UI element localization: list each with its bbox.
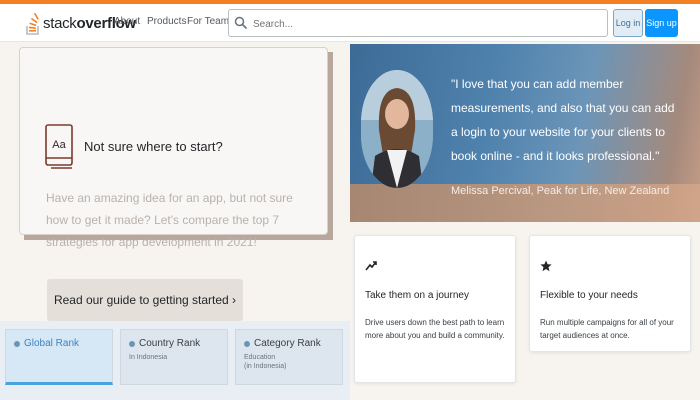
person-photo-icon xyxy=(361,70,433,188)
category-rank-tab[interactable]: Category Rank Education (in Indonesia) xyxy=(235,329,343,385)
aa-icon-label: Aa xyxy=(52,139,66,151)
login-button[interactable]: Log in xyxy=(613,9,643,37)
testimonial-author: Melissa Percival, Peak for Life, New Zea… xyxy=(451,185,670,197)
global-rank-label: Global Rank xyxy=(24,338,80,349)
stack-logo-icon xyxy=(26,12,39,35)
rank-dot-icon xyxy=(244,340,250,347)
country-rank-sub: In Indonesia xyxy=(129,354,168,361)
card-title: Not sure where to start? xyxy=(84,139,223,154)
category-rank-label: Category Rank xyxy=(254,338,321,349)
testimonial-quote: "I love that you can add member measurem… xyxy=(451,77,675,163)
nav-products[interactable]: Products xyxy=(147,16,186,27)
feature-card-journey: Take them on a journey Drive users down … xyxy=(354,235,516,383)
country-rank-label: Country Rank xyxy=(139,338,201,349)
category-rank-sub: Education (in Indonesia) xyxy=(244,354,287,370)
feature-card-flexible: Flexible to your needs Run multiple camp… xyxy=(529,235,691,352)
nav-about[interactable]: About xyxy=(114,16,140,27)
country-rank-tab[interactable]: Country Rank In Indonesia xyxy=(120,329,228,385)
search-input[interactable] xyxy=(251,13,595,35)
testimonial-avatar xyxy=(361,70,433,188)
star-icon xyxy=(540,260,552,272)
feature-title: Take them on a journey xyxy=(365,290,469,301)
rank-dot-icon xyxy=(14,340,20,347)
feature-title: Flexible to your needs xyxy=(540,290,638,301)
search-box[interactable] xyxy=(228,9,608,37)
site-header: stackoverflow About Products For Teams L… xyxy=(0,4,700,42)
signup-button[interactable]: Sign up xyxy=(645,9,678,37)
feature-desc: Drive users down the best path to learn … xyxy=(365,318,505,340)
book-aa-icon: Aa xyxy=(45,124,73,169)
search-icon xyxy=(234,16,248,30)
feature-desc: Run multiple campaigns for all of your t… xyxy=(540,318,674,340)
guide-button[interactable]: Read our guide to getting started › xyxy=(47,279,243,321)
rank-dot-icon xyxy=(129,340,135,347)
card-body: Have an amazing idea for an app, but not… xyxy=(46,191,293,249)
global-rank-tab[interactable]: Global Rank xyxy=(5,329,113,385)
rank-strip: Global Rank Country Rank In Indonesia Ca… xyxy=(0,321,350,400)
trend-arrow-icon xyxy=(365,261,377,271)
nav-for-teams[interactable]: For Teams xyxy=(187,16,234,27)
